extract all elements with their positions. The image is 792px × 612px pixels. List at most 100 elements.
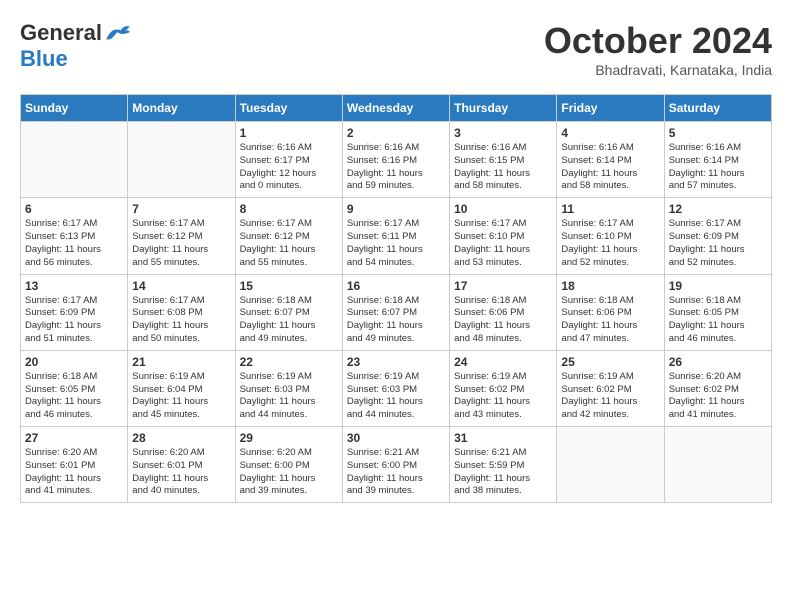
calendar-cell: 3 Sunrise: 6:16 AM Sunset: 6:15 PM Daylig…	[450, 122, 557, 198]
day-number: 12	[669, 202, 767, 216]
day-number: 11	[561, 202, 659, 216]
calendar-cell: 8 Sunrise: 6:17 AM Sunset: 6:12 PM Daylig…	[235, 198, 342, 274]
calendar-cell: 2Sunrise: 6:16 AM Sunset: 6:16 PM Daylig…	[342, 122, 449, 198]
day-number: 19	[669, 279, 767, 293]
calendar-cell: 1 Sunrise: 6:16 AM Sunset: 6:17 PM Daylig…	[235, 122, 342, 198]
day-info: Sunrise: 6:18 AM Sunset: 6:06 PM Dayligh…	[454, 295, 552, 346]
day-number: 31	[454, 431, 552, 445]
day-number: 9	[347, 202, 445, 216]
day-info: Sunrise: 6:18 AM Sunset: 6:05 PM Dayligh…	[669, 295, 767, 346]
day-info: Sunrise: 6:18 AM Sunset: 6:07 PM Dayligh…	[240, 295, 338, 346]
day-info: Sunrise: 6:18 AM Sunset: 6:06 PM Dayligh…	[561, 295, 659, 346]
calendar-week-row: 20Sunrise: 6:18 AM Sunset: 6:05 PM Dayli…	[21, 350, 772, 426]
day-info: Sunrise: 6:20 AM Sunset: 6:01 PM Dayligh…	[132, 447, 230, 498]
day-number: 3	[454, 126, 552, 140]
calendar-header-row: SundayMondayTuesdayWednesdayThursdayFrid…	[21, 95, 772, 122]
day-number: 25	[561, 355, 659, 369]
day-number: 16	[347, 279, 445, 293]
day-info: Sunrise: 6:21 AM Sunset: 6:00 PM Dayligh…	[347, 447, 445, 498]
day-number: 14	[132, 279, 230, 293]
calendar-header-monday: Monday	[128, 95, 235, 122]
day-info: Sunrise: 6:17 AM Sunset: 6:08 PM Dayligh…	[132, 295, 230, 346]
calendar-cell: 25 Sunrise: 6:19 AM Sunset: 6:02 PM Dayli…	[557, 350, 664, 426]
calendar-cell: 27Sunrise: 6:20 AM Sunset: 6:01 PM Dayli…	[21, 427, 128, 503]
day-number: 23	[347, 355, 445, 369]
day-info: Sunrise: 6:17 AM Sunset: 6:11 PM Dayligh…	[347, 218, 445, 269]
logo-general-text: General	[20, 20, 102, 46]
calendar-header-wednesday: Wednesday	[342, 95, 449, 122]
calendar-cell	[664, 427, 771, 503]
day-number: 6	[25, 202, 123, 216]
day-info: Sunrise: 6:20 AM Sunset: 6:02 PM Dayligh…	[669, 371, 767, 422]
day-info: Sunrise: 6:17 AM Sunset: 6:12 PM Dayligh…	[240, 218, 338, 269]
day-info: Sunrise: 6:19 AM Sunset: 6:02 PM Dayligh…	[454, 371, 552, 422]
calendar-cell: 28Sunrise: 6:20 AM Sunset: 6:01 PM Dayli…	[128, 427, 235, 503]
day-info: Sunrise: 6:19 AM Sunset: 6:03 PM Dayligh…	[240, 371, 338, 422]
day-number: 29	[240, 431, 338, 445]
calendar-cell: 22 Sunrise: 6:19 AM Sunset: 6:03 PM Dayli…	[235, 350, 342, 426]
day-info: Sunrise: 6:20 AM Sunset: 6:00 PM Dayligh…	[240, 447, 338, 498]
day-info: Sunrise: 6:19 AM Sunset: 6:04 PM Dayligh…	[132, 371, 230, 422]
location-text: Bhadravati, Karnataka, India	[544, 62, 772, 78]
day-number: 7	[132, 202, 230, 216]
calendar-cell: 7Sunrise: 6:17 AM Sunset: 6:12 PM Daylig…	[128, 198, 235, 274]
calendar-cell: 20Sunrise: 6:18 AM Sunset: 6:05 PM Dayli…	[21, 350, 128, 426]
day-info: Sunrise: 6:17 AM Sunset: 6:09 PM Dayligh…	[669, 218, 767, 269]
day-info: Sunrise: 6:17 AM Sunset: 6:10 PM Dayligh…	[561, 218, 659, 269]
calendar-cell: 10 Sunrise: 6:17 AM Sunset: 6:10 PM Dayli…	[450, 198, 557, 274]
day-number: 8	[240, 202, 338, 216]
calendar-table: SundayMondayTuesdayWednesdayThursdayFrid…	[20, 94, 772, 503]
day-number: 17	[454, 279, 552, 293]
calendar-cell	[128, 122, 235, 198]
calendar-week-row: 1 Sunrise: 6:16 AM Sunset: 6:17 PM Daylig…	[21, 122, 772, 198]
month-title: October 2024	[544, 20, 772, 62]
calendar-header-tuesday: Tuesday	[235, 95, 342, 122]
calendar-cell: 13Sunrise: 6:17 AM Sunset: 6:09 PM Dayli…	[21, 274, 128, 350]
day-info: Sunrise: 6:20 AM Sunset: 6:01 PM Dayligh…	[25, 447, 123, 498]
calendar-cell: 26Sunrise: 6:20 AM Sunset: 6:02 PM Dayli…	[664, 350, 771, 426]
calendar-cell: 4 Sunrise: 6:16 AM Sunset: 6:14 PM Daylig…	[557, 122, 664, 198]
calendar-cell: 12 Sunrise: 6:17 AM Sunset: 6:09 PM Dayli…	[664, 198, 771, 274]
day-info: Sunrise: 6:16 AM Sunset: 6:15 PM Dayligh…	[454, 142, 552, 193]
day-number: 18	[561, 279, 659, 293]
calendar-cell: 23 Sunrise: 6:19 AM Sunset: 6:03 PM Dayli…	[342, 350, 449, 426]
calendar-cell: 5Sunrise: 6:16 AM Sunset: 6:14 PM Daylig…	[664, 122, 771, 198]
calendar-week-row: 13Sunrise: 6:17 AM Sunset: 6:09 PM Dayli…	[21, 274, 772, 350]
calendar-cell	[21, 122, 128, 198]
calendar-cell: 9 Sunrise: 6:17 AM Sunset: 6:11 PM Daylig…	[342, 198, 449, 274]
page-header: General Blue October 2024 Bhadravati, Ka…	[20, 20, 772, 78]
day-info: Sunrise: 6:18 AM Sunset: 6:07 PM Dayligh…	[347, 295, 445, 346]
day-info: Sunrise: 6:16 AM Sunset: 6:17 PM Dayligh…	[240, 142, 338, 193]
calendar-cell: 11 Sunrise: 6:17 AM Sunset: 6:10 PM Dayli…	[557, 198, 664, 274]
day-info: Sunrise: 6:17 AM Sunset: 6:13 PM Dayligh…	[25, 218, 123, 269]
day-number: 21	[132, 355, 230, 369]
day-number: 2	[347, 126, 445, 140]
day-number: 1	[240, 126, 338, 140]
day-info: Sunrise: 6:17 AM Sunset: 6:10 PM Dayligh…	[454, 218, 552, 269]
calendar-cell: 31Sunrise: 6:21 AM Sunset: 5:59 PM Dayli…	[450, 427, 557, 503]
day-info: Sunrise: 6:19 AM Sunset: 6:03 PM Dayligh…	[347, 371, 445, 422]
day-number: 24	[454, 355, 552, 369]
calendar-cell	[557, 427, 664, 503]
day-number: 22	[240, 355, 338, 369]
day-number: 13	[25, 279, 123, 293]
calendar-cell: 14 Sunrise: 6:17 AM Sunset: 6:08 PM Dayli…	[128, 274, 235, 350]
day-number: 30	[347, 431, 445, 445]
calendar-cell: 30 Sunrise: 6:21 AM Sunset: 6:00 PM Dayli…	[342, 427, 449, 503]
calendar-cell: 6 Sunrise: 6:17 AM Sunset: 6:13 PM Daylig…	[21, 198, 128, 274]
logo: General Blue	[20, 20, 132, 72]
day-info: Sunrise: 6:16 AM Sunset: 6:14 PM Dayligh…	[561, 142, 659, 193]
calendar-cell: 16 Sunrise: 6:18 AM Sunset: 6:07 PM Dayli…	[342, 274, 449, 350]
day-info: Sunrise: 6:19 AM Sunset: 6:02 PM Dayligh…	[561, 371, 659, 422]
day-number: 15	[240, 279, 338, 293]
day-info: Sunrise: 6:16 AM Sunset: 6:14 PM Dayligh…	[669, 142, 767, 193]
title-section: October 2024 Bhadravati, Karnataka, Indi…	[544, 20, 772, 78]
day-number: 4	[561, 126, 659, 140]
day-number: 10	[454, 202, 552, 216]
day-number: 20	[25, 355, 123, 369]
calendar-cell: 24 Sunrise: 6:19 AM Sunset: 6:02 PM Dayli…	[450, 350, 557, 426]
calendar-cell: 29 Sunrise: 6:20 AM Sunset: 6:00 PM Dayli…	[235, 427, 342, 503]
calendar-week-row: 27Sunrise: 6:20 AM Sunset: 6:01 PM Dayli…	[21, 427, 772, 503]
logo-blue-text: Blue	[20, 46, 68, 72]
calendar-header-friday: Friday	[557, 95, 664, 122]
